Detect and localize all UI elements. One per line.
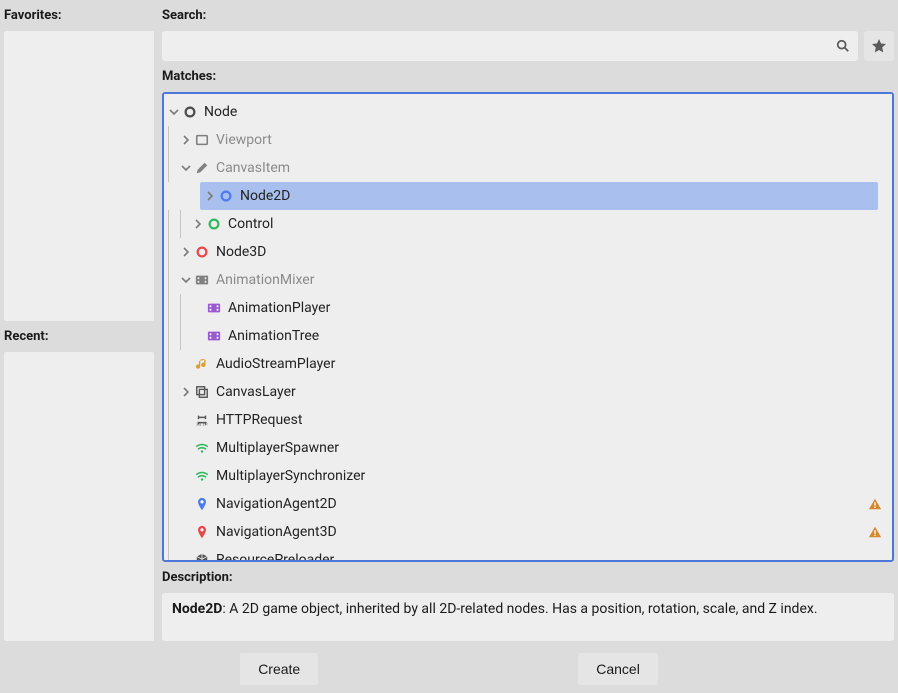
anim-purple-icon xyxy=(206,328,222,344)
tree-item-multiplayersynchronizer[interactable]: MultiplayerSynchronizer xyxy=(164,462,892,490)
svg-text:HTTP: HTTP xyxy=(196,423,207,427)
tree-item-navigationagent3d[interactable]: NavigationAgent3D xyxy=(164,518,892,546)
expand-toggle[interactable] xyxy=(180,274,192,286)
tree-item-label: Node xyxy=(204,104,237,120)
expand-toggle[interactable] xyxy=(180,246,192,258)
expand-toggle[interactable] xyxy=(192,218,204,230)
tree-item-label: MultiplayerSynchronizer xyxy=(216,468,365,484)
http-icon: HTTP xyxy=(194,412,210,428)
pin-red-icon xyxy=(194,524,210,540)
matches-tree[interactable]: Node Viewport CanvasItem Node2D Control Node3… xyxy=(162,92,894,562)
search-field-wrap[interactable] xyxy=(162,31,858,61)
recent-panel[interactable] xyxy=(4,352,154,641)
cancel-button[interactable]: Cancel xyxy=(578,653,658,685)
search-input[interactable] xyxy=(170,38,836,54)
tree-item-label: MultiplayerSpawner xyxy=(216,440,339,456)
tree-item-label: HTTPRequest xyxy=(216,412,302,428)
canvaslayer-icon xyxy=(194,384,210,400)
tree-item-canvaslayer[interactable]: CanvasLayer xyxy=(164,378,892,406)
tree-item-label: NavigationAgent3D xyxy=(216,524,337,540)
tree-item-navigationagent2d[interactable]: NavigationAgent2D xyxy=(164,490,892,518)
tree-item-viewport[interactable]: Viewport xyxy=(164,126,892,154)
ring-green-icon xyxy=(206,216,222,232)
expand-toggle[interactable] xyxy=(180,386,192,398)
description-selected-name: Node2D xyxy=(172,601,222,617)
tree-item-label: AnimationMixer xyxy=(216,272,314,288)
viewport-icon xyxy=(194,132,210,148)
tree-item-animationplayer[interactable]: AnimationPlayer xyxy=(164,294,892,322)
recent-label: Recent: xyxy=(4,325,154,348)
matches-label: Matches: xyxy=(162,65,894,88)
description-text: : A 2D game object, inherited by all 2D-… xyxy=(222,601,817,617)
tree-item-multiplayerspawner[interactable]: MultiplayerSpawner xyxy=(164,434,892,462)
ring-white-icon xyxy=(182,104,198,120)
tree-item-label: CanvasLayer xyxy=(216,384,296,400)
tree-item-animationtree[interactable]: AnimationTree xyxy=(164,322,892,350)
tree-item-resourcepreloader[interactable]: ResourcePreloader xyxy=(164,546,892,562)
expand-toggle[interactable] xyxy=(180,134,192,146)
tree-item-node3d[interactable]: Node3D xyxy=(164,238,892,266)
search-icon xyxy=(836,39,850,53)
expand-toggle[interactable] xyxy=(168,106,180,118)
expand-toggle[interactable] xyxy=(204,190,216,202)
anim-gray-icon xyxy=(194,272,210,288)
tree-item-label: CanvasItem xyxy=(216,160,290,176)
tree-item-label: AudioStreamPlayer xyxy=(216,356,335,372)
favorites-panel[interactable] xyxy=(4,31,154,321)
pin-blue-icon xyxy=(194,496,210,512)
tree-item-control[interactable]: Control xyxy=(164,210,892,238)
tree-item-label: Node3D xyxy=(216,244,266,260)
favorite-toggle-button[interactable] xyxy=(864,31,894,61)
tree-item-node[interactable]: Node xyxy=(164,98,892,126)
warning-icon xyxy=(868,497,882,511)
wifi-green-icon xyxy=(194,440,210,456)
favorites-label: Favorites: xyxy=(4,4,154,27)
description-label: Description: xyxy=(162,566,894,589)
star-icon xyxy=(871,38,887,54)
tree-item-httprequest[interactable]: HTTP HTTPRequest xyxy=(164,406,892,434)
pencil-icon xyxy=(194,160,210,176)
ring-red-icon xyxy=(194,244,210,260)
tree-item-node2d[interactable]: Node2D xyxy=(200,182,878,210)
expand-toggle[interactable] xyxy=(180,162,192,174)
search-label: Search: xyxy=(162,4,894,27)
tree-item-label: ResourcePreloader xyxy=(216,552,334,562)
tree-item-animationmixer[interactable]: AnimationMixer xyxy=(164,266,892,294)
tree-item-label: AnimationPlayer xyxy=(228,300,330,316)
cube-icon xyxy=(194,552,210,562)
wifi-green-icon xyxy=(194,468,210,484)
ring-blue-icon xyxy=(218,188,234,204)
tree-item-label: Viewport xyxy=(216,132,272,148)
tree-item-canvasitem[interactable]: CanvasItem xyxy=(164,154,892,182)
tree-item-label: Control xyxy=(228,216,273,232)
anim-purple-icon xyxy=(206,300,222,316)
description-panel: Node2D: A 2D game object, inherited by a… xyxy=(162,593,894,641)
tree-item-audiostreamplayer[interactable]: AudioStreamPlayer xyxy=(164,350,892,378)
audio-icon xyxy=(194,356,210,372)
create-button[interactable]: Create xyxy=(240,653,318,685)
tree-item-label: NavigationAgent2D xyxy=(216,496,337,512)
tree-item-label: Node2D xyxy=(240,188,290,204)
tree-item-label: AnimationTree xyxy=(228,328,319,344)
warning-icon xyxy=(868,525,882,539)
